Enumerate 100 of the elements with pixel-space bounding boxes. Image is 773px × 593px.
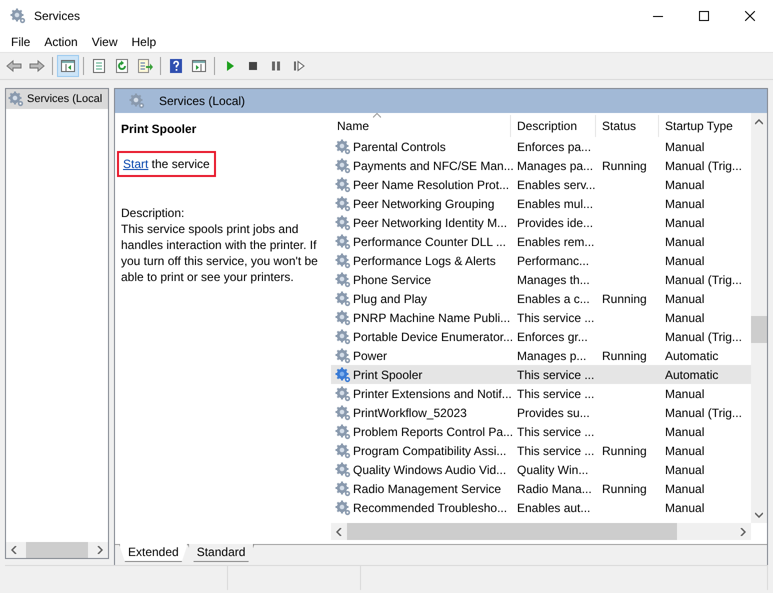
forward-arrow-icon bbox=[29, 58, 45, 74]
startup-type: Manual bbox=[665, 444, 704, 458]
scrollbar-thumb[interactable] bbox=[347, 523, 677, 540]
panel-title: Services (Local) bbox=[159, 94, 246, 108]
sort-ascending-icon bbox=[373, 113, 381, 118]
gear-icon bbox=[335, 272, 351, 288]
gear-icon bbox=[335, 500, 351, 516]
service-status: Running bbox=[602, 482, 647, 496]
horizontal-scrollbar[interactable] bbox=[331, 523, 751, 540]
service-row[interactable]: Peer Name Resolution Prot... Enables serv... Manual bbox=[331, 175, 751, 194]
service-description: Enforces gr... bbox=[517, 330, 588, 344]
gear-icon bbox=[335, 404, 351, 420]
service-name: Program Compatibility Assi... bbox=[353, 444, 506, 458]
view-tab[interactable]: Extended bbox=[119, 544, 188, 562]
scroll-right-icon bbox=[97, 546, 103, 554]
service-status: Running bbox=[602, 292, 647, 306]
service-row[interactable]: Radio Management Service Radio Mana... Running Manual bbox=[331, 479, 751, 498]
service-row[interactable]: Power Manages p... Running Automatic bbox=[331, 346, 751, 365]
service-name: Parental Controls bbox=[353, 140, 446, 154]
service-row[interactable]: Quality Windows Audio Vid... Quality Win... Manual bbox=[331, 460, 751, 479]
back-arrow-icon bbox=[6, 58, 22, 74]
gear-icon bbox=[335, 290, 351, 306]
service-description: Radio Mana... bbox=[517, 482, 592, 496]
service-name: Payments and NFC/SE Man... bbox=[353, 158, 514, 172]
column-header[interactable]: Status bbox=[596, 115, 659, 137]
service-name: Peer Name Resolution Prot... bbox=[353, 178, 510, 192]
column-header[interactable]: Name bbox=[331, 115, 511, 137]
export-list-icon bbox=[137, 58, 153, 74]
service-description: This service ... bbox=[517, 424, 594, 438]
tree-item[interactable]: Services (Local bbox=[6, 89, 108, 109]
service-name: Radio Management Service bbox=[353, 482, 502, 496]
service-description: This service ... bbox=[517, 386, 594, 400]
service-row[interactable]: Peer Networking Identity M... Provides ide... Manual bbox=[331, 213, 751, 232]
service-row[interactable]: Plug and Play Enables a c... Running Manual bbox=[331, 289, 751, 308]
scroll-right-icon bbox=[740, 528, 746, 536]
gear-icon bbox=[335, 462, 351, 478]
startup-type: Manual (Trig... bbox=[665, 158, 742, 172]
gear-icon bbox=[129, 93, 145, 109]
service-row[interactable]: Print Spooler This service ... Automatic bbox=[331, 365, 751, 384]
gear-icon bbox=[335, 138, 351, 154]
service-name: Peer Networking Grouping bbox=[353, 196, 494, 210]
startup-type: Manual (Trig... bbox=[665, 330, 742, 344]
horizontal-scrollbar[interactable] bbox=[6, 542, 108, 558]
service-description: Enables aut... bbox=[517, 500, 590, 514]
menu-item[interactable]: File bbox=[4, 35, 38, 49]
service-description: Quality Win... bbox=[517, 462, 588, 476]
service-row[interactable]: Recommended Troublesho... Enables aut... Manual bbox=[331, 498, 751, 517]
startup-type: Manual bbox=[665, 500, 704, 514]
service-name: Power bbox=[353, 348, 388, 362]
startup-type: Manual bbox=[665, 292, 704, 306]
startup-type: Manual (Trig... bbox=[665, 272, 742, 286]
startup-type: Manual bbox=[665, 196, 704, 210]
service-row[interactable]: Portable Device Enumerator... Enforces gr... Manual (Trig... bbox=[331, 327, 751, 346]
service-description: Enables mul... bbox=[517, 196, 594, 210]
startup-type: Automatic bbox=[665, 368, 718, 382]
service-row[interactable]: Performance Logs & Alerts Performanc... Manual bbox=[331, 251, 751, 270]
service-row[interactable]: Parental Controls Enforces pa... Manual bbox=[331, 137, 751, 156]
service-row[interactable]: Performance Counter DLL ... Enables rem... Manual bbox=[331, 232, 751, 251]
menu-item[interactable]: Action bbox=[37, 35, 85, 49]
service-row[interactable]: Program Compatibility Assi... This service ... Running Manual bbox=[331, 441, 751, 460]
startup-type: Manual bbox=[665, 424, 704, 438]
description-label: Description: bbox=[121, 205, 186, 221]
service-row[interactable]: Peer Networking Grouping Enables mul... Manual bbox=[331, 194, 751, 213]
console-tree-button[interactable] bbox=[57, 55, 79, 77]
restart-icon bbox=[291, 58, 307, 74]
service-description: Enables rem... bbox=[517, 234, 594, 248]
gear-icon bbox=[335, 424, 351, 440]
vertical-scrollbar[interactable] bbox=[751, 113, 767, 523]
service-row[interactable]: Payments and NFC/SE Man... Manages pa... Running Manual (Trig... bbox=[331, 156, 751, 175]
column-header[interactable]: Description bbox=[511, 115, 596, 137]
service-description: Manages pa... bbox=[517, 158, 594, 172]
view-tab[interactable]: Standard bbox=[188, 544, 254, 562]
service-row[interactable]: Problem Reports Control Pa... This service ... Manual bbox=[331, 422, 751, 441]
startup-type: Manual bbox=[665, 234, 704, 248]
service-name: Performance Logs & Alerts bbox=[353, 254, 496, 268]
gear-icon bbox=[335, 480, 351, 496]
startup-type: Manual bbox=[665, 178, 704, 192]
service-description: Provides ide... bbox=[517, 216, 594, 230]
service-description: Enforces pa... bbox=[517, 140, 592, 154]
service-name: PNRP Machine Name Publi... bbox=[353, 310, 510, 324]
description-text: This service spools print jobs and handles interaction with the printer. If you turn off this service, you won't be able to print or see your printers. bbox=[121, 221, 319, 285]
service-row[interactable]: PNRP Machine Name Publi... This service ... Manual bbox=[331, 308, 751, 327]
menu-item[interactable]: Help bbox=[124, 35, 164, 49]
gear-icon bbox=[335, 386, 351, 402]
service-name: Quality Windows Audio Vid... bbox=[353, 462, 506, 476]
service-description: Manages th... bbox=[517, 272, 590, 286]
service-row[interactable]: Printer Extensions and Notif... This service ... Manual bbox=[331, 384, 751, 403]
gear-icon bbox=[335, 348, 351, 364]
scrollbar-thumb[interactable] bbox=[751, 316, 767, 343]
properties-icon bbox=[91, 58, 107, 74]
start-link[interactable]: Start bbox=[123, 157, 148, 171]
service-name: Print Spooler bbox=[353, 368, 422, 382]
gear-icon bbox=[335, 176, 351, 192]
window-title: Services bbox=[34, 9, 80, 23]
service-name: Peer Networking Identity M... bbox=[353, 216, 508, 230]
service-row[interactable]: Phone Service Manages th... Manual (Trig... bbox=[331, 270, 751, 289]
console-tree-icon bbox=[60, 58, 76, 74]
service-row[interactable]: PrintWorkflow_52023 Provides su... Manual (Trig... bbox=[331, 403, 751, 422]
menu-item[interactable]: View bbox=[84, 35, 124, 49]
scrollbar-thumb[interactable] bbox=[26, 542, 88, 558]
